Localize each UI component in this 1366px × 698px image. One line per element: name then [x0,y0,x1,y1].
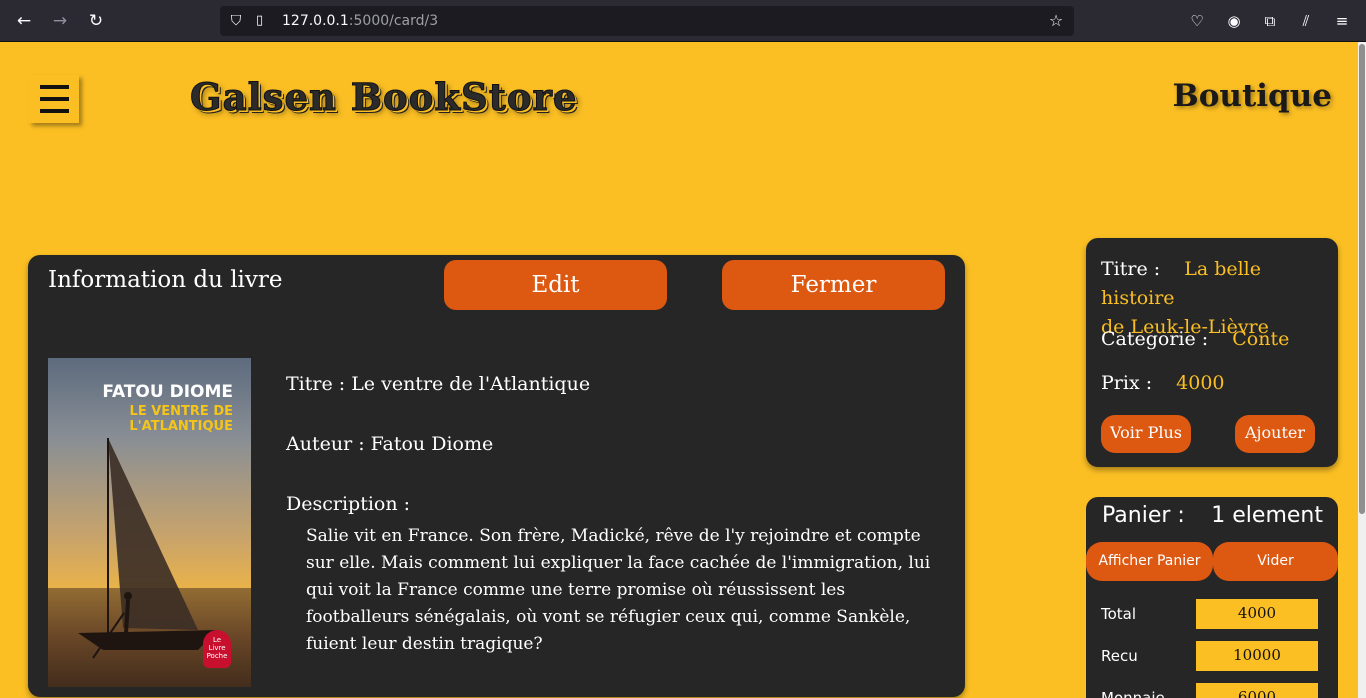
card-title-label: Titre : [1101,258,1161,280]
hamburger-line [40,85,69,89]
forward-icon[interactable]: → [48,9,72,33]
received-label: Recu [1101,647,1138,665]
book-cover-image: FATOU DIOME LE VENTRE DE L'ATLANTIQUE Le… [48,358,251,687]
brand-title[interactable]: Galsen BookStore [190,75,578,120]
menu-icon[interactable]: ≡ [1331,10,1353,32]
panel-heading: Information du livre [48,267,283,293]
change-label: Monnaie [1101,689,1165,698]
library-icon[interactable]: ⫽ [1295,10,1317,32]
extensions-icon[interactable]: ⧉ [1259,10,1281,32]
cart-title: Panier : [1102,503,1185,528]
book-info-panel: Information du livre Edit Fermer FATOU D… [28,255,965,697]
card-price-label: Prix : [1101,372,1153,394]
total-label: Total [1101,605,1137,623]
url-text[interactable]: 127.0.0.1:5000/card/3 [282,12,438,30]
card-category-label: Categorie : [1101,328,1209,350]
card-price-row: Prix : 4000 [1101,372,1225,394]
shop-link[interactable]: Boutique [1173,78,1332,114]
page-icon: ▯ [256,13,264,28]
hamburger-line [40,97,69,101]
description-label: Description : [286,493,411,515]
card-category-row: Categorie : Conte [1101,328,1289,350]
card-category-value: Conte [1232,328,1290,350]
account-icon[interactable]: ◉ [1223,10,1245,32]
total-field[interactable]: 4000 [1196,599,1318,629]
cart-count: 1 element [1211,503,1323,528]
back-icon[interactable]: ← [12,9,36,33]
hamburger-menu-button[interactable] [29,75,79,123]
book-author-line: Auteur : Fatou Diome [286,433,494,455]
received-field[interactable]: 10000 [1196,641,1318,671]
cover-title-line: LE VENTRE DE [129,404,233,419]
card-price-value: 4000 [1176,372,1225,394]
browser-toolbar: ← → ↻ ⛉ ▯ 127.0.0.1:5000/card/3 ☆ ♡ ◉ ⧉ … [0,0,1366,42]
cover-title-line: L'ATLANTIQUE [129,419,233,434]
bookmark-star-icon[interactable]: ☆ [1046,11,1066,31]
cover-author: FATOU DIOME [102,382,233,402]
book-card: Titre : La belle histoire de Leuk-le-Liè… [1086,238,1338,467]
cover-title: LE VENTRE DE L'ATLANTIQUE [129,404,233,434]
pocket-icon[interactable]: ♡ [1186,10,1208,32]
publisher-logo: Le Livre Poche [203,630,231,668]
shield-icon[interactable]: ⛉ [228,12,244,30]
cart-panel: Panier : 1 element Afficher Panier Vider… [1086,497,1338,698]
hamburger-line [40,109,69,113]
add-to-cart-button[interactable]: Ajouter [1235,415,1315,453]
book-title-line: Titre : Le ventre de l'Atlantique [286,373,591,395]
address-bar[interactable]: ⛉ ▯ 127.0.0.1:5000/card/3 ☆ [220,6,1074,36]
scrollbar-thumb[interactable] [1359,44,1365,514]
see-more-button[interactable]: Voir Plus [1101,415,1191,453]
close-button[interactable]: Fermer [722,260,945,310]
show-cart-button[interactable]: Afficher Panier [1086,542,1213,581]
edit-button[interactable]: Edit [444,260,667,310]
reload-icon[interactable]: ↻ [84,9,108,33]
page-scrollbar[interactable] [1358,42,1366,698]
clear-cart-button[interactable]: Vider [1213,542,1338,581]
change-field[interactable]: 6000 [1196,683,1318,698]
description-text: Salie vit en France. Son frère, Madické,… [306,526,931,654]
